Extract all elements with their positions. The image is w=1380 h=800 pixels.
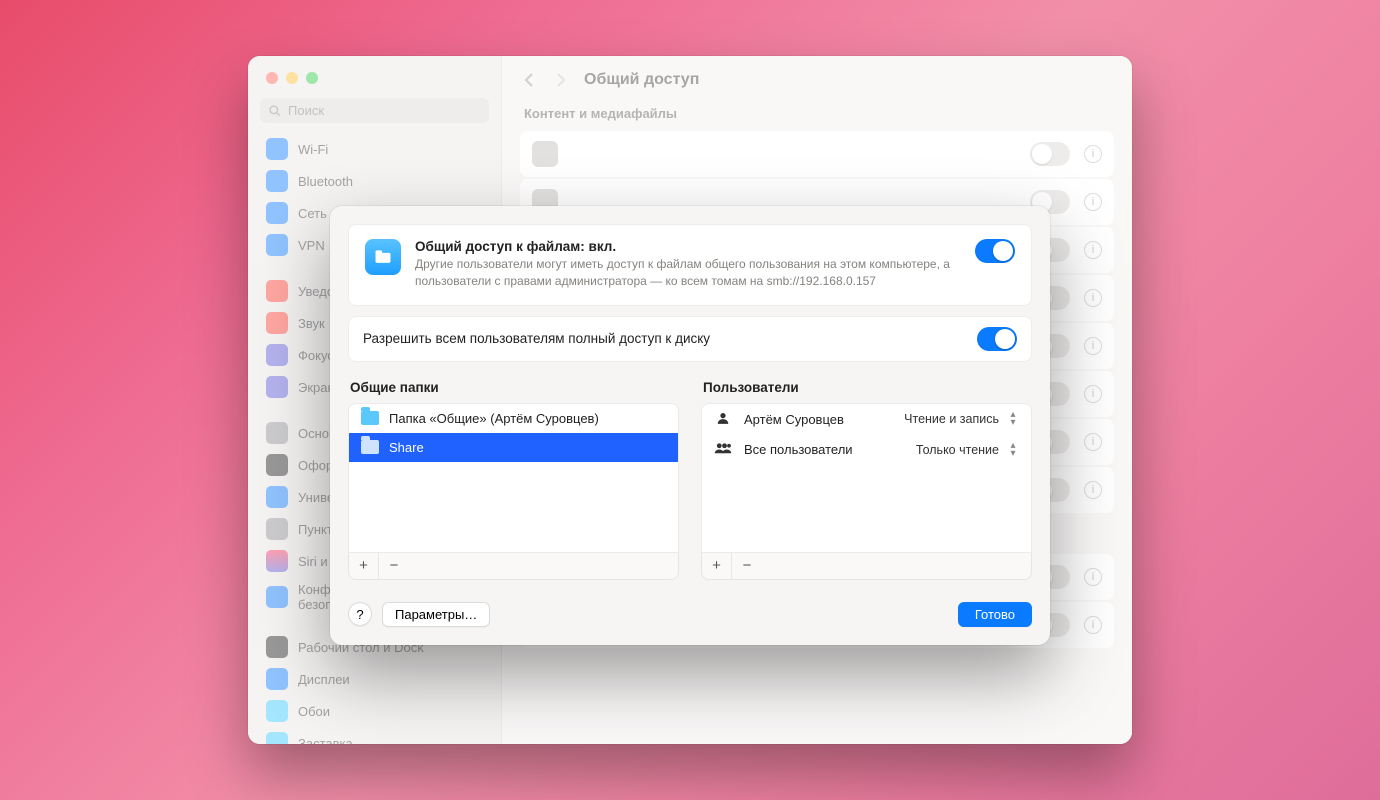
folder-row[interactable]: Share xyxy=(349,433,678,462)
users-addbar: + − xyxy=(701,553,1032,580)
stepper-icon[interactable]: ▴▾ xyxy=(1005,442,1021,458)
users-remove-button[interactable]: − xyxy=(732,553,762,579)
done-button[interactable]: Готово xyxy=(958,602,1032,627)
file-sharing-toggle[interactable] xyxy=(975,239,1015,263)
settings-window: Wi-FiBluetoothСетьVPNУведомленияЗвукФоку… xyxy=(248,56,1132,744)
fulldisk-toggle[interactable] xyxy=(977,327,1017,351)
users-panel-title: Пользователи xyxy=(701,376,1032,403)
params-button[interactable]: Параметры… xyxy=(382,602,490,627)
users-panel: Пользователи Артём Суровцев Чтение и запи… xyxy=(701,376,1032,580)
folder-share-icon xyxy=(365,239,401,275)
file-sharing-description: Другие пользователи могут иметь доступ к… xyxy=(415,256,961,291)
folder-row[interactable]: Папка «Общие» (Артём Суровцев) xyxy=(349,404,678,433)
fulldisk-label: Разрешить всем пользователям полный дост… xyxy=(363,331,963,346)
group-icon xyxy=(714,442,732,457)
sheet-footer: ? Параметры… Готово xyxy=(330,588,1050,645)
folder-name: Папка «Общие» (Артём Суровцев) xyxy=(389,411,599,426)
user-row[interactable]: Все пользователи Только чтение ▴▾ xyxy=(702,435,1031,465)
folders-addbar: + − xyxy=(348,553,679,580)
user-name: Артём Суровцев xyxy=(744,412,898,427)
fulldisk-row: Разрешить всем пользователям полный дост… xyxy=(348,316,1032,362)
folders-listbox[interactable]: Папка «Общие» (Артём Суровцев) Share xyxy=(348,403,679,553)
folder-name: Share xyxy=(389,440,424,455)
folder-icon xyxy=(361,440,379,454)
folders-remove-button[interactable]: − xyxy=(379,553,409,579)
user-permission[interactable]: Чтение и запись xyxy=(904,412,999,426)
user-name: Все пользователи xyxy=(744,442,910,457)
user-permission[interactable]: Только чтение xyxy=(916,443,999,457)
help-button[interactable]: ? xyxy=(348,602,372,626)
file-sharing-sheet: Общий доступ к файлам: вкл. Другие польз… xyxy=(330,206,1050,645)
folders-panel-title: Общие папки xyxy=(348,376,679,403)
users-listbox[interactable]: Артём СуровцевЧтение и запись▴▾Все польз… xyxy=(701,403,1032,553)
file-sharing-title: Общий доступ к файлам: вкл. xyxy=(415,239,961,254)
folder-icon xyxy=(361,411,379,425)
person-icon xyxy=(714,411,732,428)
user-row[interactable]: Артём Суровцев Чтение и запись ▴▾ xyxy=(702,404,1031,435)
users-add-button[interactable]: + xyxy=(702,553,732,579)
folders-panel: Общие папки Папка «Общие» (Артём Суровце… xyxy=(348,376,679,580)
file-sharing-card: Общий доступ к файлам: вкл. Другие польз… xyxy=(348,224,1032,306)
folders-add-button[interactable]: + xyxy=(349,553,379,579)
stepper-icon[interactable]: ▴▾ xyxy=(1005,411,1021,427)
